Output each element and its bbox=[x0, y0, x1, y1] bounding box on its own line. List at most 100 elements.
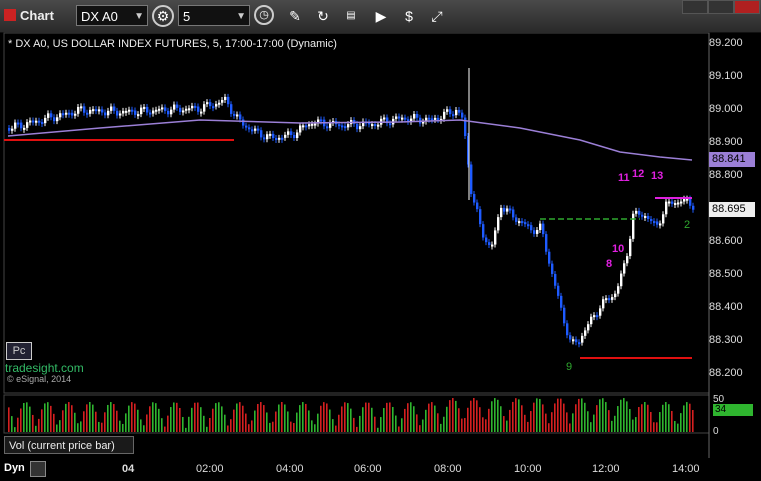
volume-bar bbox=[329, 409, 331, 432]
candle-body bbox=[524, 222, 527, 225]
candle-body bbox=[83, 106, 86, 113]
price-chart[interactable] bbox=[0, 0, 761, 481]
candle-body bbox=[416, 114, 419, 118]
candle-body bbox=[314, 123, 317, 126]
volume-bar bbox=[140, 419, 142, 432]
volume-bar bbox=[680, 413, 682, 432]
volume-bar bbox=[413, 406, 415, 432]
candle-body bbox=[59, 113, 62, 118]
volume-bar bbox=[50, 405, 52, 432]
volume-bar bbox=[557, 398, 559, 432]
candle-body bbox=[491, 244, 494, 247]
candle-body bbox=[230, 104, 233, 114]
candle-body bbox=[146, 106, 149, 113]
candle-body bbox=[554, 273, 557, 286]
volume-bar bbox=[314, 424, 316, 432]
candle-body bbox=[671, 201, 674, 204]
price-axis-label: 88.600 bbox=[709, 235, 743, 247]
volume-bar bbox=[380, 417, 382, 432]
price-axis-label: 88.900 bbox=[709, 136, 743, 148]
volume-bar bbox=[440, 423, 442, 432]
volume-bar bbox=[59, 420, 61, 432]
volume-bar bbox=[134, 403, 136, 432]
volume-bar bbox=[203, 415, 205, 432]
volume-bar bbox=[491, 401, 493, 432]
candle-body bbox=[593, 315, 596, 318]
candle-body bbox=[263, 137, 266, 140]
candle-body bbox=[536, 230, 539, 234]
candle-body bbox=[683, 198, 686, 202]
volume-bars bbox=[8, 398, 694, 432]
volume-bar bbox=[383, 408, 385, 432]
candle-series bbox=[8, 68, 695, 348]
candle-body bbox=[662, 214, 665, 224]
candle-body bbox=[665, 201, 668, 215]
volume-bar bbox=[431, 402, 433, 432]
volume-bar bbox=[248, 424, 250, 432]
volume-bar bbox=[542, 404, 544, 432]
candle-body bbox=[344, 126, 347, 129]
volume-bar bbox=[197, 402, 199, 432]
count-label: 2 bbox=[684, 219, 691, 231]
volume-bar bbox=[122, 423, 124, 432]
volume-bar bbox=[479, 407, 481, 432]
price-axis-label: 88.500 bbox=[709, 268, 743, 280]
volume-bar bbox=[581, 398, 583, 432]
candle-body bbox=[215, 103, 218, 107]
candle-body bbox=[110, 106, 113, 111]
candle-body bbox=[614, 293, 617, 298]
volume-bar bbox=[665, 402, 667, 432]
volume-bar bbox=[170, 407, 172, 432]
candle-body bbox=[551, 263, 554, 274]
candle-body bbox=[602, 299, 605, 309]
candle-body bbox=[254, 128, 257, 131]
volume-bar bbox=[143, 425, 145, 432]
volume-bar bbox=[482, 417, 484, 432]
candle-body bbox=[680, 201, 683, 204]
volume-bar bbox=[44, 403, 46, 432]
volume-bar bbox=[176, 402, 178, 432]
candle-body bbox=[23, 127, 26, 130]
count-label: 10 bbox=[612, 243, 625, 255]
candle-body bbox=[449, 109, 452, 115]
volume-bar bbox=[635, 417, 637, 432]
volume-bar bbox=[113, 404, 115, 432]
candle-body bbox=[383, 117, 386, 120]
volume-bar bbox=[230, 419, 232, 432]
candle-body bbox=[647, 215, 650, 220]
volume-bar bbox=[191, 407, 193, 432]
candle-body bbox=[62, 113, 65, 116]
candle-body bbox=[668, 201, 671, 204]
candle-body bbox=[29, 120, 32, 123]
candle-body bbox=[389, 123, 392, 126]
volume-bar bbox=[458, 408, 460, 432]
price-axis-label: 89.200 bbox=[709, 37, 743, 49]
candle-body bbox=[266, 134, 269, 140]
time-label: 10:00 bbox=[514, 463, 542, 475]
volume-badge: 34 bbox=[713, 404, 753, 416]
volume-bar bbox=[284, 404, 286, 432]
candle-body bbox=[497, 217, 500, 231]
candle-body bbox=[56, 117, 59, 122]
volume-bar bbox=[20, 408, 22, 432]
candle-body bbox=[278, 137, 281, 140]
candle-body bbox=[191, 105, 194, 109]
volume-bar bbox=[533, 402, 535, 432]
volume-bar bbox=[155, 403, 157, 432]
candle-body bbox=[68, 112, 71, 115]
candle-body bbox=[356, 123, 359, 130]
volume-bar bbox=[467, 407, 469, 432]
candle-body bbox=[470, 164, 473, 195]
volume-bar bbox=[11, 416, 13, 432]
volume-bar bbox=[14, 427, 16, 432]
volume-bar bbox=[206, 426, 208, 432]
volume-study-label[interactable]: Vol (current price bar) bbox=[4, 436, 134, 454]
pc-button[interactable]: Pc bbox=[6, 342, 32, 360]
candle-body bbox=[623, 263, 626, 274]
lock-icon[interactable] bbox=[30, 461, 46, 477]
count-label: 13 bbox=[651, 170, 664, 182]
volume-bar bbox=[569, 423, 571, 432]
candle-body bbox=[140, 107, 143, 115]
candle-body bbox=[41, 122, 44, 125]
candle-body bbox=[170, 109, 173, 115]
